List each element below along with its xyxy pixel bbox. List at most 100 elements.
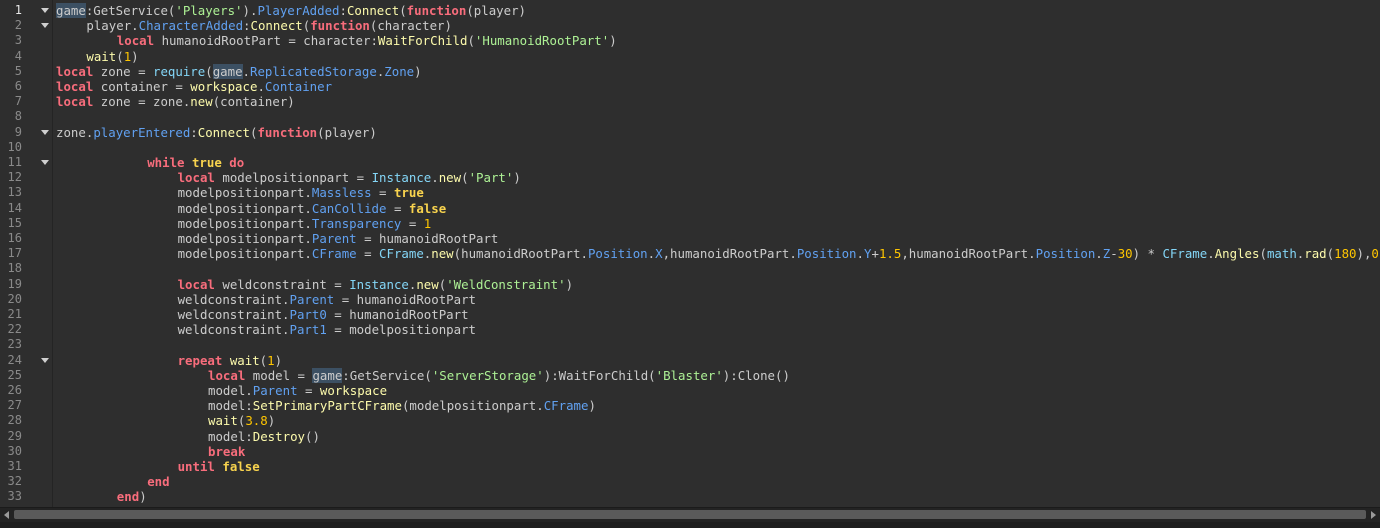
code-token: CharacterAdded — [138, 18, 244, 34]
gutter-line: 26 — [0, 383, 52, 398]
code-token: ) — [131, 48, 139, 64]
code-token: zone. — [56, 124, 94, 140]
fold-toggle-icon[interactable] — [41, 8, 49, 13]
code-line[interactable]: break — [208, 444, 245, 459]
code-token: weldconstraint. — [177, 291, 290, 307]
code-token: playerEntered — [93, 124, 191, 140]
code-token: player. — [86, 18, 139, 34]
code-token: : — [339, 3, 347, 18]
code-line[interactable]: modelpositionpart.CanCollide = false — [178, 201, 447, 216]
code-area[interactable]: game:GetService('Players').PlayerAdded:C… — [56, 0, 1380, 507]
code-line[interactable]: local zone = zone.new(container) — [56, 94, 295, 109]
code-token: game — [312, 367, 343, 383]
code-token: (player) — [317, 124, 377, 140]
code-line[interactable]: wait(1) — [86, 49, 138, 64]
code-token: ) — [139, 489, 147, 505]
code-line[interactable]: game:GetService('Players').PlayerAdded:C… — [56, 3, 526, 18]
code-line[interactable]: model:SetPrimaryPartCFrame(modelposition… — [208, 398, 596, 413]
code-token: function — [257, 124, 318, 140]
code-token: workspace — [190, 79, 258, 94]
code-line[interactable]: local container = workspace.Container — [56, 79, 332, 94]
code-line[interactable]: repeat wait(1) — [178, 353, 282, 368]
fold-toggle-icon[interactable] — [41, 160, 49, 165]
code-token: = humanoidRootPart — [356, 231, 499, 246]
code-line[interactable]: end) — [117, 489, 147, 504]
code-line[interactable]: modelpositionpart.Parent = humanoidRootP… — [178, 231, 499, 246]
code-token: (character) — [369, 18, 452, 34]
code-token: do — [229, 155, 245, 170]
code-token: model = — [245, 367, 313, 383]
code-token: :GetService( — [342, 367, 432, 383]
code-token: modelpositionpart = — [214, 170, 372, 186]
code-token: (player) — [466, 3, 527, 18]
code-token: new — [190, 94, 213, 110]
code-token: WaitForChild — [377, 33, 468, 49]
fold-toggle-icon[interactable] — [41, 23, 49, 29]
code-token: CFrame — [311, 246, 357, 262]
code-line[interactable]: weldconstraint.Parent = humanoidRootPart — [178, 292, 476, 307]
code-line[interactable]: end — [147, 474, 169, 489]
code-line[interactable]: local weldconstraint = Instance.new('Wel… — [178, 277, 573, 292]
line-number: 16 — [7, 231, 22, 245]
gutter-line: 25 — [0, 368, 52, 383]
code-token: local — [116, 33, 155, 49]
code-line[interactable]: weldconstraint.Part1 = modelpositionpart — [178, 322, 476, 337]
script-editor[interactable]: 1 2 3 4 5 6 7 8 9 10 11 12 13 14 15 16 17 18 19 20 21 22 23 24 2… — [0, 0, 1380, 507]
code-line[interactable]: local modelpositionpart = Instance.new('… — [178, 170, 521, 185]
code-token: ( — [467, 33, 475, 49]
code-token: : — [243, 18, 251, 34]
scrollbar-thumb[interactable] — [14, 510, 1366, 519]
gutter-line: 6 — [0, 79, 52, 94]
code-token: Destroy — [252, 428, 305, 444]
code-token: CFrame — [1162, 246, 1208, 262]
line-number: 15 — [7, 215, 22, 230]
line-number: 13 — [7, 185, 22, 200]
code-token: zone = zone. — [93, 94, 191, 110]
code-token: (humanoidRootPart. — [453, 246, 588, 262]
code-token: Part0 — [289, 307, 327, 322]
code-token: . — [1207, 246, 1215, 262]
code-token: 1.5 — [878, 246, 902, 262]
line-number: 26 — [7, 383, 22, 397]
gutter-line: 27 — [0, 398, 52, 413]
code-token: . — [647, 246, 656, 262]
line-number: 6 — [14, 79, 22, 93]
code-line[interactable]: until false — [178, 459, 260, 474]
code-line[interactable]: wait(3.8) — [208, 413, 275, 428]
line-number: 9 — [14, 124, 22, 139]
fold-toggle-icon[interactable] — [41, 129, 49, 135]
gutter-line: 16 — [0, 231, 52, 246]
code-token: repeat — [177, 352, 223, 368]
code-line[interactable]: modelpositionpart.Massless = true — [178, 185, 424, 200]
arrow-right-icon[interactable] — [1371, 511, 1376, 519]
code-token: ( — [399, 3, 407, 18]
code-line[interactable]: local humanoidRootPart = character:WaitF… — [117, 33, 617, 48]
code-line[interactable]: local zone = require(game.ReplicatedStor… — [56, 63, 422, 79]
code-line[interactable]: model.Parent = workspace — [208, 383, 387, 398]
code-token: humanoidRootPart = character: — [154, 33, 378, 49]
gutter-line: 12 — [0, 170, 52, 185]
fold-toggle-icon[interactable] — [41, 357, 49, 363]
code-line[interactable]: player.CharacterAdded:Connect(function(c… — [86, 18, 452, 33]
code-token: zone = — [93, 63, 153, 79]
code-line[interactable]: modelpositionpart.Transparency = 1 — [178, 216, 432, 231]
gutter-line: 32 — [0, 474, 52, 489]
code-token: ) — [565, 276, 574, 292]
arrow-left-icon[interactable] — [4, 511, 9, 519]
code-line[interactable]: while true do — [147, 155, 244, 170]
gutter-line: 30 — [0, 444, 52, 459]
code-line[interactable]: zone.playerEntered:Connect(function(play… — [56, 125, 377, 140]
code-token: :GetService( — [85, 3, 176, 18]
code-line[interactable]: weldconstraint.Part0 = humanoidRootPart — [178, 307, 469, 322]
gutter-line: 28 — [0, 413, 52, 428]
code-line[interactable]: local model = game:GetService('ServerSto… — [208, 367, 790, 383]
gutter-line: 33 — [0, 489, 52, 504]
code-token: ), — [1356, 246, 1372, 262]
code-token: function — [406, 3, 467, 18]
code-line[interactable]: model:Destroy() — [208, 429, 320, 444]
code-token: Connect — [197, 124, 250, 140]
code-token: ) — [274, 352, 283, 368]
code-token: SetPrimaryPartCFrame — [252, 398, 402, 414]
horizontal-scrollbar[interactable] — [0, 507, 1380, 522]
code-line[interactable]: modelpositionpart.CFrame = CFrame.new(hu… — [178, 246, 1380, 261]
